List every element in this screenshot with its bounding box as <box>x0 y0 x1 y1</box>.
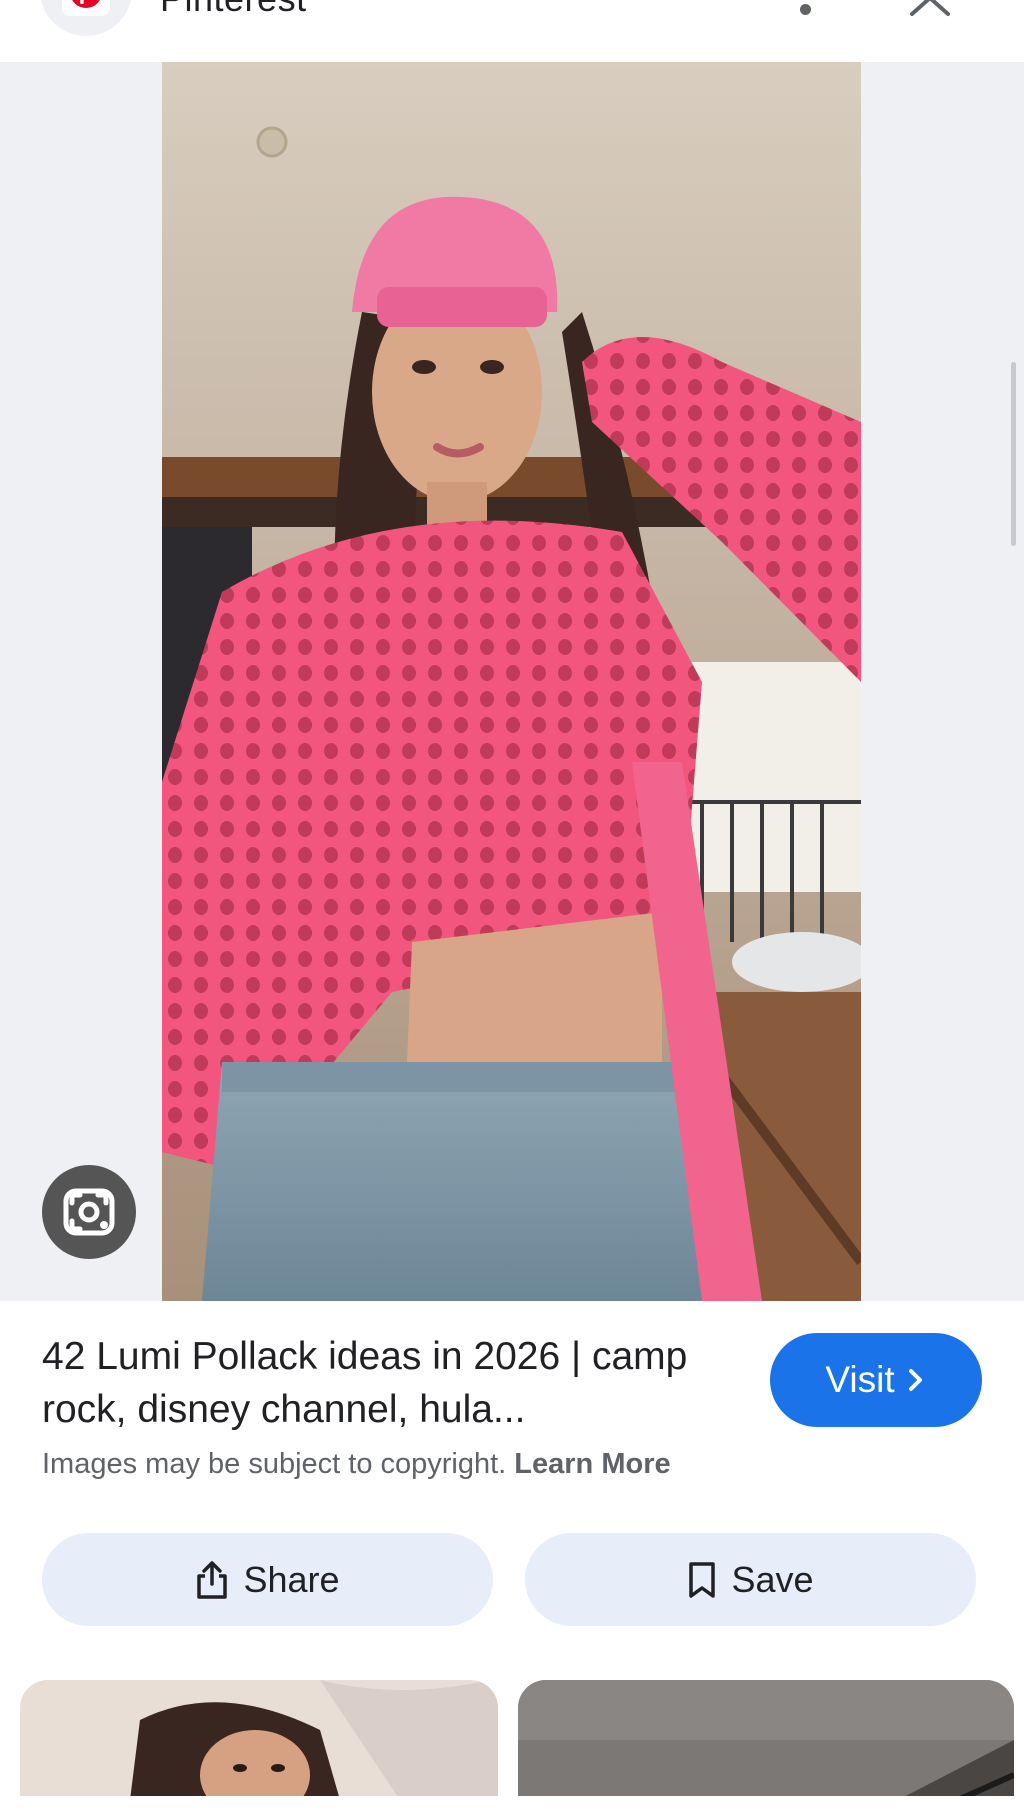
lens-search-button[interactable] <box>42 1165 136 1259</box>
save-button[interactable]: Save <box>525 1533 976 1626</box>
close-icon <box>910 0 950 16</box>
more-options-button[interactable] <box>778 0 830 24</box>
bottom-edge <box>0 1796 1024 1820</box>
copyright-text: Images may be subject to copyright. <box>42 1448 507 1480</box>
save-label: Save <box>731 1558 814 1600</box>
related-image <box>20 1680 498 1800</box>
main-image[interactable] <box>162 62 861 1301</box>
copyright-notice: Images may be subject to copyright. Lear… <box>42 1448 671 1481</box>
related-image-card[interactable] <box>20 1680 498 1800</box>
visit-label: Visit <box>825 1359 895 1400</box>
pinterest-logo-icon: p <box>70 0 102 8</box>
share-icon <box>197 1560 228 1599</box>
top-header: p Pinterest <box>0 0 1024 62</box>
chevron-right-icon <box>908 1369 922 1391</box>
image-viewer <box>0 62 1024 1301</box>
result-title[interactable]: 42 Lumi Pollack ideas in 2026 | camp roc… <box>42 1330 722 1436</box>
related-image-card[interactable] <box>518 1680 1014 1800</box>
more-vert-icon <box>800 4 811 15</box>
bookmark-icon <box>689 1561 716 1598</box>
related-image <box>518 1680 1014 1800</box>
visit-button[interactable]: Visit <box>770 1333 982 1427</box>
google-lens-icon <box>63 1188 115 1236</box>
scrollbar-thumb[interactable] <box>1011 362 1016 546</box>
site-favicon: p <box>40 0 132 36</box>
learn-more-link[interactable]: Learn More <box>514 1448 670 1480</box>
close-button[interactable] <box>904 0 956 24</box>
site-name[interactable]: Pinterest <box>160 0 307 20</box>
share-button[interactable]: Share <box>42 1533 493 1626</box>
share-label: Share <box>243 1558 340 1600</box>
